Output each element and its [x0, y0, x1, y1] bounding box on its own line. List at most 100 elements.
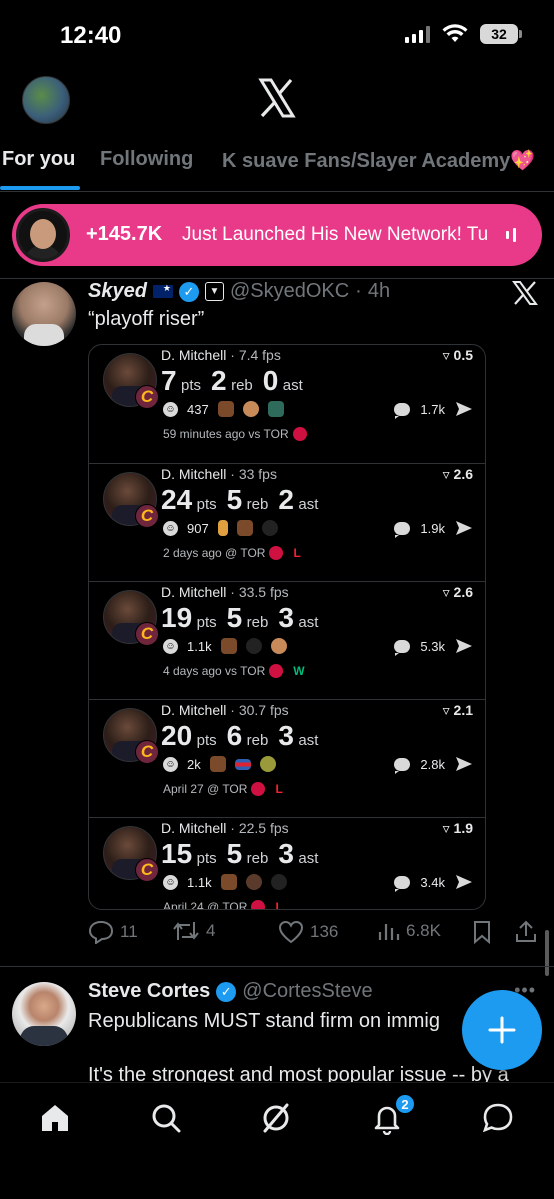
share-button[interactable]: [514, 920, 538, 944]
game-title: D. Mitchell · 33 fps: [161, 466, 277, 482]
separator-dot: ·: [355, 280, 362, 302]
replies[interactable]: 1.9k: [394, 520, 473, 538]
close-x-icon[interactable]: [512, 280, 538, 306]
fps-change: ▿ 2.1: [442, 702, 473, 718]
stat-line: 20 pts 6 reb 3 ast: [161, 720, 319, 751]
divider: [0, 966, 554, 967]
x-logo-icon[interactable]: [258, 78, 296, 118]
cavaliers-logo-icon: C: [135, 385, 159, 409]
divider: [0, 278, 554, 279]
compose-button[interactable]: [462, 990, 542, 1070]
replies[interactable]: 2.8k: [394, 756, 473, 774]
game-row[interactable]: C D. Mitchell · 7.4 fps ▿ 0.5 7 pts 2 reb…: [89, 345, 485, 463]
fps-change: ▿ 2.6: [442, 466, 473, 482]
author-handle[interactable]: @SkyedOKC: [230, 280, 349, 303]
status-bar: 12:40 32: [0, 0, 554, 70]
tweet-header: Skyed ✓ ▼ @SkyedOKC · 4h: [88, 280, 390, 303]
tweet-text: Republicans MUST stand firm on immig: [88, 1010, 440, 1032]
emoji-icon: [267, 401, 284, 417]
messages-icon[interactable]: [481, 1101, 515, 1135]
game-meta: April 27 @ TOR L: [163, 782, 283, 796]
live-host-avatar: [16, 208, 70, 262]
send-icon: [456, 402, 472, 416]
author-name[interactable]: Steve Cortes: [88, 980, 210, 1003]
game-meta: 4 days ago vs TOR W: [163, 664, 305, 678]
smile-icon: ☺: [163, 401, 178, 417]
raptors-logo-icon: [269, 664, 284, 678]
author-avatar[interactable]: [12, 982, 76, 1046]
battery-indicator: 32: [480, 24, 522, 44]
notification-badge: 2: [394, 1093, 416, 1115]
tweet-actions: 11 4 136 6.8K: [88, 920, 548, 950]
reactions[interactable]: ☺ 1.1k: [163, 638, 287, 654]
live-title: Just Launched His New Network! Tu: [182, 224, 489, 245]
hand-emoji-icon: [217, 520, 228, 536]
reactions[interactable]: ☺ 2k: [163, 756, 276, 772]
profile-avatar[interactable]: [22, 76, 70, 124]
like-icon: [278, 920, 304, 944]
face-emoji-icon: [245, 874, 262, 890]
tab-for-you[interactable]: For you: [2, 148, 75, 171]
verified-badge-icon: ✓: [178, 281, 199, 302]
author-avatar[interactable]: [12, 282, 76, 346]
tweet-time[interactable]: 4h: [368, 280, 390, 303]
game-row[interactable]: C D. Mitchell · 22.5 fps ▿ 1.9 15 pts 5 r…: [89, 817, 485, 909]
reactions[interactable]: ☺ 437: [163, 401, 284, 417]
game-row[interactable]: C D. Mitchell · 30.7 fps ▿ 2.1 20 pts 6 r…: [89, 699, 485, 817]
stat-line: 15 pts 5 reb 3 ast: [161, 838, 319, 869]
stat-line: 24 pts 5 reb 2 ast: [161, 484, 319, 515]
like-button[interactable]: 136: [278, 920, 338, 944]
spider-emoji-icon: [261, 520, 278, 536]
monkey-emoji-icon: [270, 638, 287, 654]
monkey-emoji-icon: [242, 401, 259, 417]
status-time: 12:40: [60, 22, 122, 49]
game-title: D. Mitchell · 7.4 fps: [161, 347, 281, 363]
live-audio-icon: [506, 228, 516, 242]
game-meta: 2 days ago @ TOR L: [163, 546, 301, 560]
tweet-header: Steve Cortes ✓ @CortesSteve: [88, 980, 373, 1003]
live-broadcast-banner[interactable]: +145.7K Just Launched His New Network! T…: [12, 204, 542, 266]
tweet[interactable]: Skyed ✓ ▼ @SkyedOKC · 4h “playoff riser”…: [0, 280, 554, 966]
comment-icon: [394, 402, 411, 419]
top-header: [0, 72, 554, 128]
spider-emoji-icon: [245, 638, 262, 654]
reactions[interactable]: ☺ 1.1k: [163, 874, 287, 890]
cavaliers-logo-icon: C: [135, 504, 159, 528]
spider-emoji-icon: [270, 874, 287, 890]
smile-icon: ☺: [163, 520, 178, 536]
fps-change: ▿ 0.5: [442, 347, 473, 363]
replies[interactable]: 3.4k: [394, 874, 473, 892]
views-button[interactable]: 6.8K: [378, 920, 441, 942]
comment-icon: [394, 639, 411, 656]
bookmark-button[interactable]: [472, 920, 492, 944]
tab-following[interactable]: Following: [100, 148, 193, 171]
tab-k-suave-fans[interactable]: K suave Fans/Slayer Academy💖: [222, 148, 535, 173]
poop-emoji-icon: [236, 520, 253, 536]
game-row[interactable]: C D. Mitchell · 33 fps ▿ 2.6 24 pts 5 reb…: [89, 463, 485, 581]
share-icon: [516, 920, 536, 942]
verified-badge-icon: ✓: [216, 981, 237, 1002]
author-name[interactable]: Skyed: [88, 280, 147, 303]
author-handle[interactable]: @CortesSteve: [242, 980, 372, 1003]
comment-icon: [394, 875, 411, 892]
replies[interactable]: 5.3k: [394, 638, 473, 656]
send-icon: [456, 521, 472, 535]
replies[interactable]: 1.7k: [394, 401, 473, 419]
status-icons: 32: [405, 24, 522, 44]
sick-face-emoji-icon: [259, 756, 276, 772]
grok-icon[interactable]: [259, 1101, 293, 1135]
smile-icon: ☺: [163, 756, 178, 772]
repost-button[interactable]: 4: [172, 920, 215, 942]
raptors-logo-icon: [292, 427, 307, 441]
embedded-stats-card[interactable]: C D. Mitchell · 7.4 fps ▿ 0.5 7 pts 2 reb…: [88, 344, 486, 910]
search-icon[interactable]: [149, 1101, 183, 1135]
home-icon[interactable]: [38, 1101, 72, 1135]
cavaliers-logo-icon: C: [135, 858, 159, 882]
game-row[interactable]: C D. Mitchell · 33.5 fps ▿ 2.6 19 pts 5 r…: [89, 581, 485, 699]
send-icon: [456, 875, 472, 889]
live-listener-count: +145.7K: [86, 223, 163, 245]
game-meta: 59 minutes ago vs TOR: [163, 427, 307, 441]
reactions[interactable]: ☺ 907: [163, 520, 278, 536]
game-title: D. Mitchell · 33.5 fps: [161, 584, 289, 600]
reply-button[interactable]: 11: [88, 920, 138, 944]
